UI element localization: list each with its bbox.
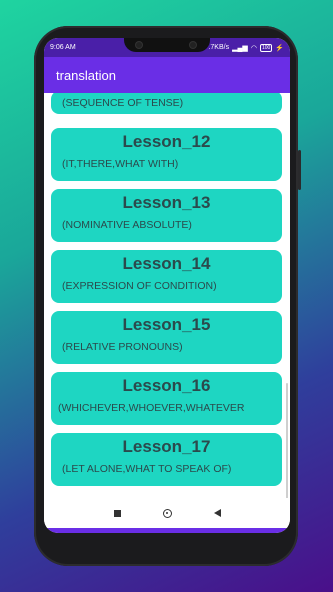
front-camera-icon xyxy=(136,42,142,48)
home-circle-icon[interactable] xyxy=(162,508,172,518)
lesson-card-16[interactable]: Lesson_16 (WHICHEVER,WHOEVER,WHATEVER xyxy=(51,372,282,425)
scrollbar[interactable] xyxy=(286,383,288,498)
lesson-title: Lesson_14 xyxy=(122,254,211,273)
lesson-card-15[interactable]: Lesson_15 (RELATIVE PRONOUNS) xyxy=(51,311,282,364)
lesson-subtitle: (NOMINATIVE ABSOLUTE) xyxy=(62,219,192,231)
sensor-icon xyxy=(190,42,196,48)
lesson-subtitle: (WHICHEVER,WHOEVER,WHATEVER xyxy=(58,402,245,414)
charging-icon: ⚡ xyxy=(275,44,284,52)
lesson-title: Lesson_13 xyxy=(122,193,211,212)
power-button xyxy=(298,150,301,190)
lesson-subtitle: (LET ALONE,WHAT TO SPEAK OF) xyxy=(62,463,232,475)
lesson-title: Lesson_15 xyxy=(122,315,211,334)
wifi-icon: ◠ xyxy=(250,44,257,52)
lesson-card-12[interactable]: Lesson_12 (IT,THERE,WHAT WITH) xyxy=(51,128,282,181)
app-screen: 9:06 AM .7KB/s ▂▄▆ ◠ 100 ⚡ translation (… xyxy=(44,38,290,533)
lesson-title: Lesson_12 xyxy=(122,132,211,151)
network-speed: .7KB/s xyxy=(208,44,230,51)
lesson-card-13[interactable]: Lesson_13 (NOMINATIVE ABSOLUTE) xyxy=(51,189,282,242)
lesson-list[interactable]: (SEQUENCE OF TENSE) Lesson_12 (IT,THERE,… xyxy=(44,93,290,498)
back-triangle-icon[interactable] xyxy=(213,509,221,517)
app-title: translation xyxy=(56,67,116,83)
lesson-subtitle: (RELATIVE PRONOUNS) xyxy=(62,341,183,353)
lesson-card-14[interactable]: Lesson_14 (EXPRESSION OF CONDITION) xyxy=(51,250,282,303)
recents-square-icon[interactable] xyxy=(113,509,121,517)
lesson-subtitle: (SEQUENCE OF TENSE) xyxy=(62,97,184,109)
lesson-card-17[interactable]: Lesson_17 (LET ALONE,WHAT TO SPEAK OF) xyxy=(51,433,282,486)
camera-notch xyxy=(124,38,210,52)
navigation-bar xyxy=(44,498,290,528)
battery-icon: 100 xyxy=(259,43,273,52)
app-bar: translation xyxy=(44,57,290,93)
lesson-subtitle: (IT,THERE,WHAT WITH) xyxy=(62,158,179,170)
lesson-title: Lesson_16 xyxy=(122,376,211,395)
status-right: .7KB/s ▂▄▆ ◠ 100 ⚡ xyxy=(208,43,284,52)
lesson-subtitle: (EXPRESSION OF CONDITION) xyxy=(62,280,217,292)
bottom-accent-strip xyxy=(44,528,290,533)
lesson-card-11[interactable]: (SEQUENCE OF TENSE) xyxy=(51,93,282,114)
status-time: 9:06 AM xyxy=(50,44,76,51)
signal-icon: ▂▄▆ xyxy=(232,44,248,52)
lesson-title: Lesson_17 xyxy=(122,437,211,456)
